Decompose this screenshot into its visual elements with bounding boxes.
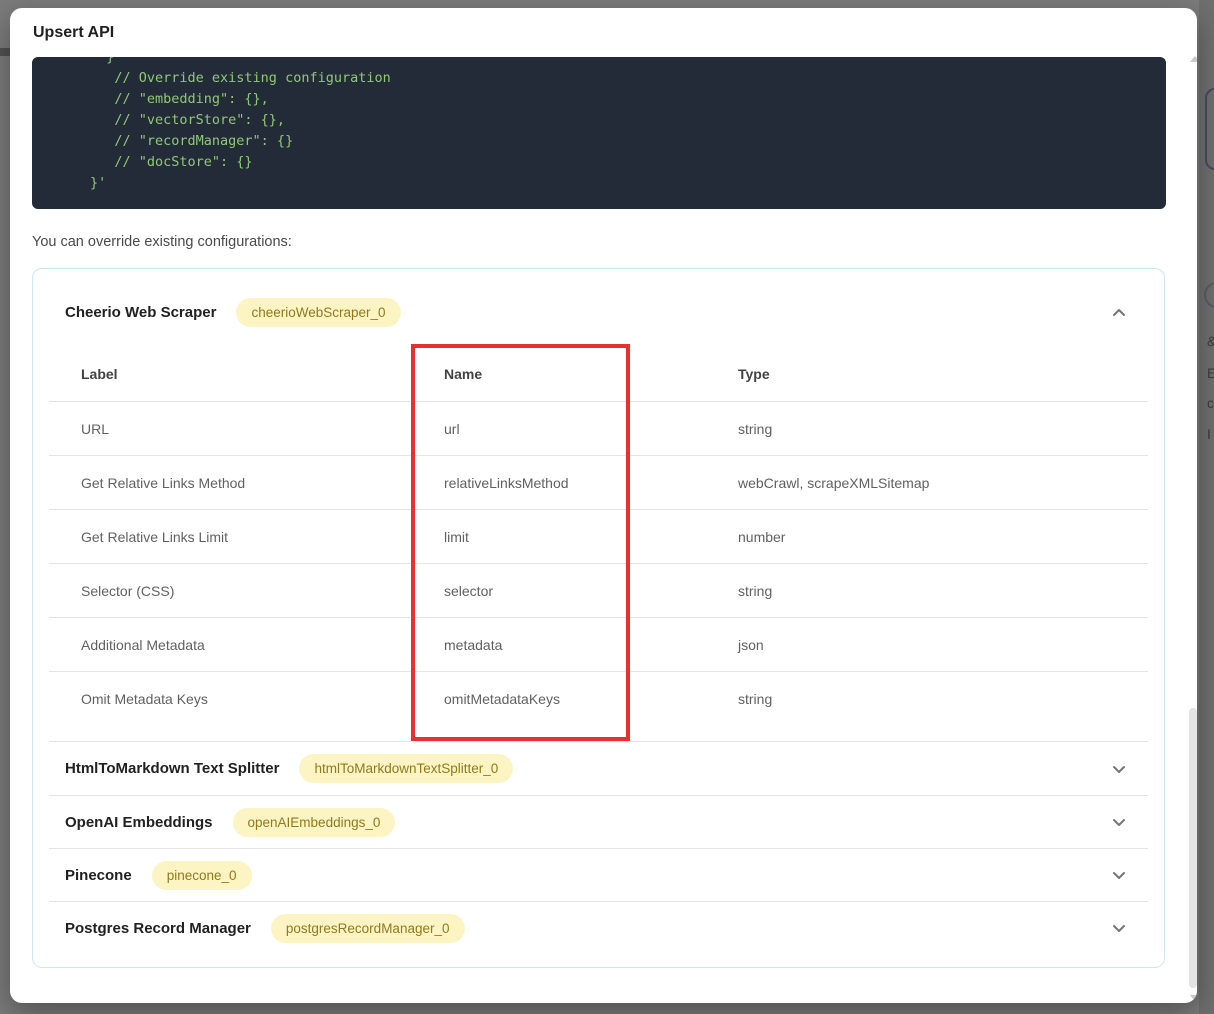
section-label: Cheerio Web Scraper — [65, 304, 217, 321]
cell-type: json — [738, 636, 764, 653]
section-label: Pinecone — [65, 866, 132, 884]
code-line: // "docStore": {} — [90, 154, 253, 170]
chevron-down-icon[interactable] — [1111, 867, 1127, 883]
backdrop-text-fragment: & — [1207, 333, 1214, 349]
table-row: URL url string — [49, 402, 1148, 456]
parameter-table: Label Name Type URL url string Get Relat… — [49, 346, 1148, 742]
column-header-type: Type — [738, 365, 770, 382]
chevron-down-icon[interactable] — [1111, 761, 1127, 777]
cell-label: Selector (CSS) — [81, 582, 175, 599]
backdrop-right-strip: & Ec ch I — [1199, 0, 1214, 1014]
scrollbar-down-arrow[interactable] — [1190, 995, 1197, 1001]
cell-type: number — [738, 528, 786, 545]
section-label: OpenAI Embeddings — [65, 813, 213, 831]
backdrop-text-fragment: ch — [1207, 395, 1214, 411]
node-id-badge: htmlToMarkdownTextSplitter_0 — [299, 754, 514, 783]
section-label: Postgres Record Manager — [65, 919, 251, 937]
scrollbar-up-arrow[interactable] — [1190, 56, 1197, 62]
chevron-down-icon[interactable] — [1111, 920, 1127, 936]
code-line: } — [90, 57, 115, 65]
cell-type: string — [738, 582, 773, 599]
dialog-title: Upsert API — [33, 24, 115, 41]
cell-label: URL — [81, 420, 110, 437]
accordion-header-htmltomarkdown-text-splitter[interactable]: HtmlToMarkdown Text Splitter htmlToMarkd… — [49, 742, 1148, 795]
backdrop-text-fragment: I — [1207, 426, 1211, 442]
backdrop-text-fragment: Ec — [1207, 365, 1214, 381]
table-row: Additional Metadata metadata json — [49, 618, 1148, 672]
backdrop-rounded-rect-fragment — [1205, 88, 1214, 170]
cell-type: string — [738, 690, 773, 707]
chevron-down-icon[interactable] — [1111, 814, 1127, 830]
cell-name: relativeLinksMethod — [444, 474, 569, 491]
cell-label: Omit Metadata Keys — [81, 690, 208, 707]
section-label: HtmlToMarkdown Text Splitter — [65, 760, 280, 777]
configurations-box: Cheerio Web Scraper cheerioWebScraper_0 … — [32, 268, 1165, 968]
accordion-header-postgres-record-manager[interactable]: Postgres Record Manager postgresRecordMa… — [49, 901, 1148, 954]
table-row: Selector (CSS) selector string — [49, 564, 1148, 618]
node-id-badge: cheerioWebScraper_0 — [236, 298, 401, 327]
cell-name: url — [444, 420, 460, 437]
cell-name: limit — [444, 528, 469, 545]
code-line: // "embedding": {}, — [90, 91, 269, 107]
cell-label: Get Relative Links Limit — [81, 528, 229, 545]
code-line: // Override existing configuration — [90, 70, 391, 86]
cell-name: metadata — [444, 636, 503, 653]
table-row: Get Relative Links Limit limit number — [49, 510, 1148, 564]
table-header-row: Label Name Type — [49, 346, 1148, 402]
chevron-up-icon[interactable] — [1111, 305, 1127, 321]
column-header-name: Name — [444, 365, 483, 382]
code-line: // "recordManager": {} — [90, 133, 294, 149]
accordion-header-pinecone[interactable]: Pinecone pinecone_0 — [49, 848, 1148, 901]
backdrop-underlay-band — [0, 48, 10, 56]
column-header-label: Label — [81, 365, 118, 382]
node-id-badge: pinecone_0 — [151, 860, 252, 890]
cell-type: string — [738, 420, 773, 437]
node-id-badge: postgresRecordManager_0 — [270, 913, 465, 943]
cell-type: webCrawl, scrapeXMLSitemap — [738, 474, 930, 491]
table-row: Omit Metadata Keys omitMetadataKeys stri… — [49, 672, 1148, 742]
table-row: Get Relative Links Method relativeLinksM… — [49, 456, 1148, 510]
code-line: // "vectorStore": {}, — [90, 112, 286, 128]
accordion-header-cheerio-web-scraper[interactable]: Cheerio Web Scraper cheerioWebScraper_0 — [33, 269, 1164, 346]
accordion-header-openai-embeddings[interactable]: OpenAI Embeddings openAIEmbeddings_0 — [49, 795, 1148, 848]
cell-name: selector — [444, 582, 494, 599]
upsert-api-dialog: Upsert API } // Override existing config… — [10, 8, 1197, 1003]
node-id-badge: openAIEmbeddings_0 — [232, 807, 396, 837]
cell-label: Additional Metadata — [81, 636, 205, 653]
scrollbar-thumb[interactable] — [1189, 708, 1197, 988]
code-block[interactable]: } // Override existing configuration // … — [32, 57, 1166, 209]
override-caption: You can override existing configurations… — [32, 234, 292, 250]
backdrop-circle-fragment — [1204, 282, 1214, 308]
cell-name: omitMetadataKeys — [444, 690, 560, 707]
code-line: }' — [90, 175, 107, 191]
cell-label: Get Relative Links Method — [81, 474, 246, 491]
